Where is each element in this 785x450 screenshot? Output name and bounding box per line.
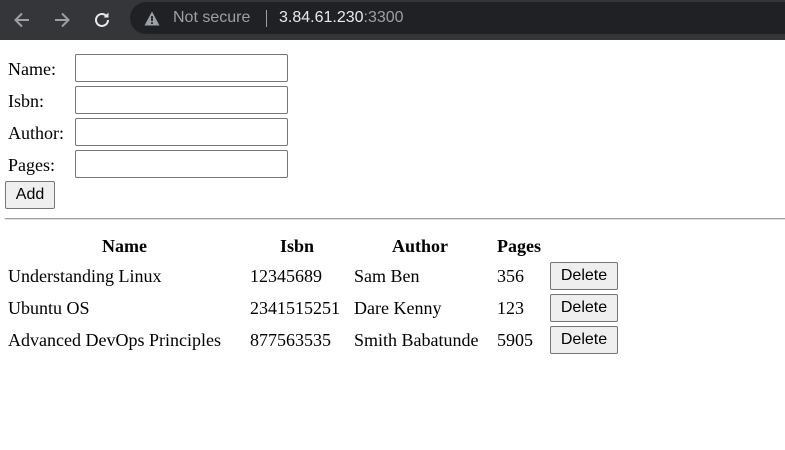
forward-arrow-icon (55, 12, 70, 28)
back-button[interactable] (8, 6, 36, 34)
reload-icon (95, 12, 109, 27)
delete-button[interactable]: Delete (550, 294, 618, 322)
delete-button[interactable]: Delete (550, 262, 618, 290)
pages-label: Pages: (8, 155, 55, 175)
column-header-pages: Pages (497, 236, 541, 256)
forward-button[interactable] (48, 6, 76, 34)
column-header-name: Name (102, 236, 147, 256)
book-pages-cell: 123 (497, 298, 524, 318)
book-pages-cell: 5905 (497, 330, 533, 350)
book-name-cell: Ubuntu OS (8, 298, 90, 318)
url-host: 3.84.61.230 (279, 9, 364, 26)
author-input[interactable] (75, 118, 288, 146)
author-label: Author: (8, 123, 64, 143)
browser-toolbar: Not secure 3.84.61.230:3300 (0, 0, 785, 40)
book-name-cell: Advanced DevOps Principles (8, 330, 221, 350)
warning-icon (144, 11, 160, 26)
security-status[interactable]: Not secure (173, 9, 250, 27)
name-label: Name: (8, 59, 56, 79)
name-input[interactable] (75, 54, 288, 82)
reload-button[interactable] (88, 6, 116, 34)
column-header-author: Author (392, 236, 449, 256)
isbn-label: Isbn: (8, 91, 44, 111)
address-separator (266, 10, 267, 27)
add-button[interactable]: Add (5, 181, 55, 209)
book-isbn-cell: 877563535 (250, 330, 331, 350)
pages-input[interactable] (75, 150, 288, 178)
book-name-cell: Understanding Linux (8, 266, 162, 286)
book-author-cell: Dare Kenny (354, 298, 442, 318)
column-header-isbn: Isbn (280, 236, 315, 256)
address-bar[interactable]: Not secure 3.84.61.230:3300 (130, 2, 785, 34)
book-isbn-cell: 2341515251 (250, 298, 340, 318)
book-pages-cell: 356 (497, 266, 524, 286)
book-author-cell: Smith Babatunde (354, 330, 479, 350)
url-port: :3300 (363, 9, 404, 26)
horizontal-rule (5, 218, 785, 220)
back-arrow-icon (14, 12, 29, 28)
url-text[interactable]: 3.84.61.230:3300 (279, 9, 404, 27)
delete-button[interactable]: Delete (550, 326, 618, 354)
book-author-cell: Sam Ben (354, 266, 420, 286)
book-isbn-cell: 12345689 (250, 266, 322, 286)
isbn-input[interactable] (75, 86, 288, 114)
